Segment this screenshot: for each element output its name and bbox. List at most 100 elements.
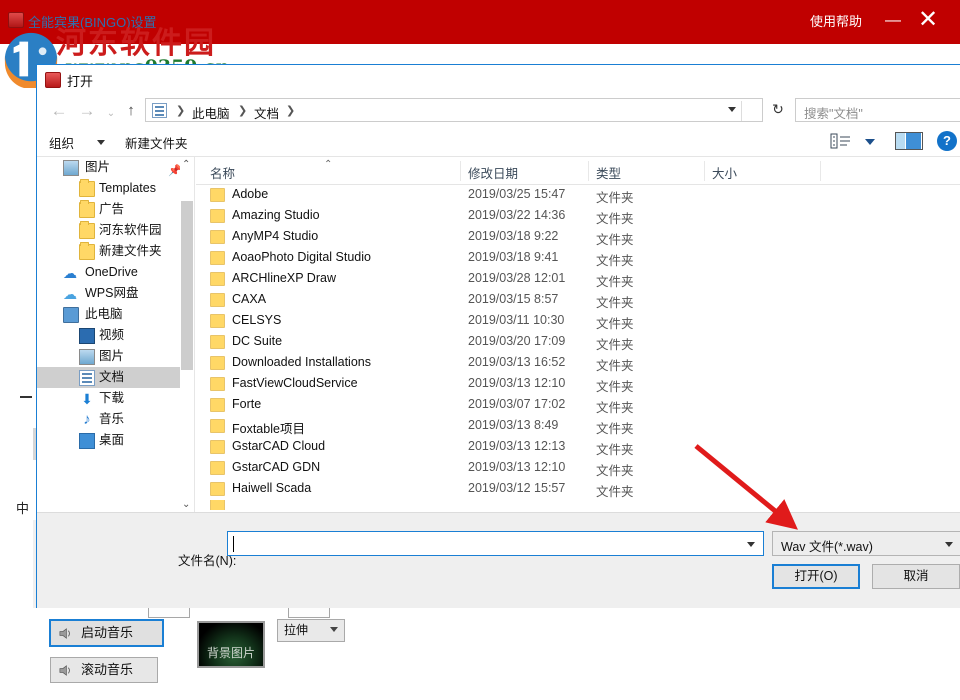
chevron-down-icon[interactable] [865,139,875,145]
table-row[interactable]: Amazing Studio 2019/03/22 14:36 文件夹 [196,206,960,227]
table-row[interactable]: Adobe 2019/03/25 15:47 文件夹 [196,185,960,206]
file-date: 2019/03/22 14:36 [468,208,566,222]
file-name: ARCHlineXP Draw [232,271,336,285]
file-type-filter-value: Wav 文件(*.wav) [781,540,873,554]
column-header-type[interactable]: 类型 [596,163,621,182]
breadcrumb-separator: ❯ [238,105,248,117]
dialog-toolbar: 组织 新建文件夹 ? [37,127,960,157]
forward-button[interactable]: → [75,100,99,122]
sidebar-item-9[interactable]: 图片 [37,346,194,367]
sidebar-item-1[interactable]: Templates [37,178,194,199]
preview-pane-icon[interactable] [895,132,923,150]
sidebar-item-label: 桌面 [99,433,125,447]
background-image-preview[interactable]: 背景图片 [197,621,265,668]
chevron-down-icon[interactable] [747,542,755,547]
file-name: Adobe [232,187,269,201]
file-name: DC Suite [232,334,283,348]
sidebar-item-12[interactable]: ♪ 音乐 [37,409,194,430]
file-type-filter[interactable]: Wav 文件(*.wav) [772,531,960,556]
minimize-button[interactable]: — [880,10,906,32]
scroll-down-icon[interactable]: ⌄ [182,499,190,510]
sidebar-item-7[interactable]: 此电脑 [37,304,194,325]
file-type: 文件夹 [596,401,634,415]
file-date: 2019/03/18 9:41 [468,250,559,264]
sidebar-item-3[interactable]: 河东软件园 [37,220,194,241]
table-row[interactable]: ARCHlineXP Draw 2019/03/28 12:01 文件夹 [196,269,960,290]
up-button[interactable]: ↑ [119,100,143,122]
file-type: 文件夹 [596,296,634,310]
sidebar-item-11[interactable]: ⬇ 下载 [37,388,194,409]
table-row[interactable]: Forte 2019/03/07 17:02 文件夹 [196,395,960,416]
table-row[interactable]: FastViewCloudService 2019/03/13 12:10 文件夹 [196,374,960,395]
sidebar-item-5[interactable]: ☁ OneDrive [37,262,194,283]
sidebar-item-13[interactable]: 桌面 [37,430,194,451]
scroll-up-icon[interactable]: ⌃ [182,159,190,170]
scroll-music-button[interactable]: 滚动音乐 [50,657,158,683]
table-row[interactable]: CAXA 2019/03/15 8:57 文件夹 [196,290,960,311]
folder-icon [210,356,225,370]
address-divider [741,101,742,121]
folder-icon [210,335,225,349]
folder-icon [79,179,95,197]
table-row[interactable]: GstarCAD GDN 2019/03/13 12:10 文件夹 [196,458,960,479]
start-music-label: 启动音乐 [81,625,134,640]
table-row[interactable]: CELSYS 2019/03/11 10:30 文件夹 [196,311,960,332]
filename-input[interactable] [227,531,764,556]
organize-button[interactable]: 组织 [49,133,74,152]
table-row[interactable]: Foxtable项目 2019/03/13 8:49 文件夹 [196,416,960,437]
sidebar-item-0[interactable]: 图片 📌 [37,157,194,178]
file-rows: Adobe 2019/03/25 15:47 文件夹 Amazing Studio 20… [196,185,960,500]
navigation-sidebar[interactable]: 图片 📌 Templates 广告 河东软件园 新建文件夹 ☁ OneDrive ☁ WPS网盘此… [37,157,195,512]
new-folder-button[interactable]: 新建文件夹 [125,133,188,152]
refresh-button[interactable]: ↻ [767,99,789,121]
dialog-body: 图片 📌 Templates 广告 河东软件园 新建文件夹 ☁ OneDrive ☁ WPS网盘此… [37,157,960,512]
file-name: Foxtable项目 [232,422,305,436]
speaker-icon [59,665,70,676]
breadcrumb-item-0[interactable]: 此电脑 [192,103,230,122]
column-divider [704,161,705,181]
sidebar-item-label: 下载 [99,391,125,405]
table-row[interactable]: AoaoPhoto Digital Studio 2019/03/18 9:41 文… [196,248,960,269]
open-button[interactable]: 打开(O) [772,564,860,589]
sidebar-item-label: Templates [99,181,156,195]
sidebar-item-8[interactable]: 视频 [37,325,194,346]
view-list-icon[interactable] [829,131,855,151]
sidebar-item-label: 此电脑 [85,307,123,321]
help-link[interactable]: 使用帮助 [810,11,862,30]
chevron-down-icon[interactable] [97,140,105,145]
folder-icon [210,482,225,496]
file-date: 2019/03/18 9:22 [468,229,559,243]
table-row[interactable]: DC Suite 2019/03/20 17:09 文件夹 [196,332,960,353]
file-date: 2019/03/12 15:57 [468,481,566,495]
search-input[interactable]: 搜索"文档" ⌕ [795,98,960,122]
dialog-title: 打开 [67,74,94,89]
wps-cloud-icon: ☁ [63,286,77,302]
close-button[interactable]: ✕ [914,6,942,34]
table-row[interactable]: Haiwell Scada 2019/03/12 15:57 文件夹 [196,479,960,500]
address-bar[interactable]: ❯ 此电脑 ❯ 文档 ❯ [145,98,763,122]
column-header-name[interactable]: 名称 [210,163,235,182]
column-header-size[interactable]: 大小 [712,163,737,182]
column-header-date[interactable]: 修改日期 [468,163,518,182]
back-button[interactable]: ← [47,100,71,122]
start-music-button[interactable]: 启动音乐 [49,619,164,647]
sidebar-item-2[interactable]: 广告 [37,199,194,220]
stretch-mode-select[interactable]: 拉伸 [277,619,345,642]
sidebar-scrollbar[interactable]: ⌃ ⌄ [180,157,194,512]
picture-icon [63,160,79,176]
folder-icon [210,461,225,475]
breadcrumb-item-1[interactable]: 文档 [254,103,279,122]
help-icon[interactable]: ? [937,131,957,151]
scrollbar-thumb[interactable] [181,201,193,370]
file-list[interactable]: 名称 ⌃ 修改日期 类型 大小 Adobe 2019/03/25 15:47 文件夹… [196,157,960,512]
table-row[interactable]: GstarCAD Cloud 2019/03/13 12:13 文件夹 [196,437,960,458]
sidebar-item-10[interactable]: 文档 [37,367,194,388]
recent-locations-button[interactable]: ⌄ [103,103,119,125]
sidebar-item-6[interactable]: ☁ WPS网盘 [37,283,194,304]
file-type: 文件夹 [596,380,634,394]
chevron-down-icon[interactable] [728,107,736,112]
table-row[interactable]: AnyMP4 Studio 2019/03/18 9:22 文件夹 [196,227,960,248]
cancel-button[interactable]: 取消 [872,564,960,589]
table-row[interactable]: Downloaded Installations 2019/03/13 16:52… [196,353,960,374]
sidebar-item-4[interactable]: 新建文件夹 [37,241,194,262]
